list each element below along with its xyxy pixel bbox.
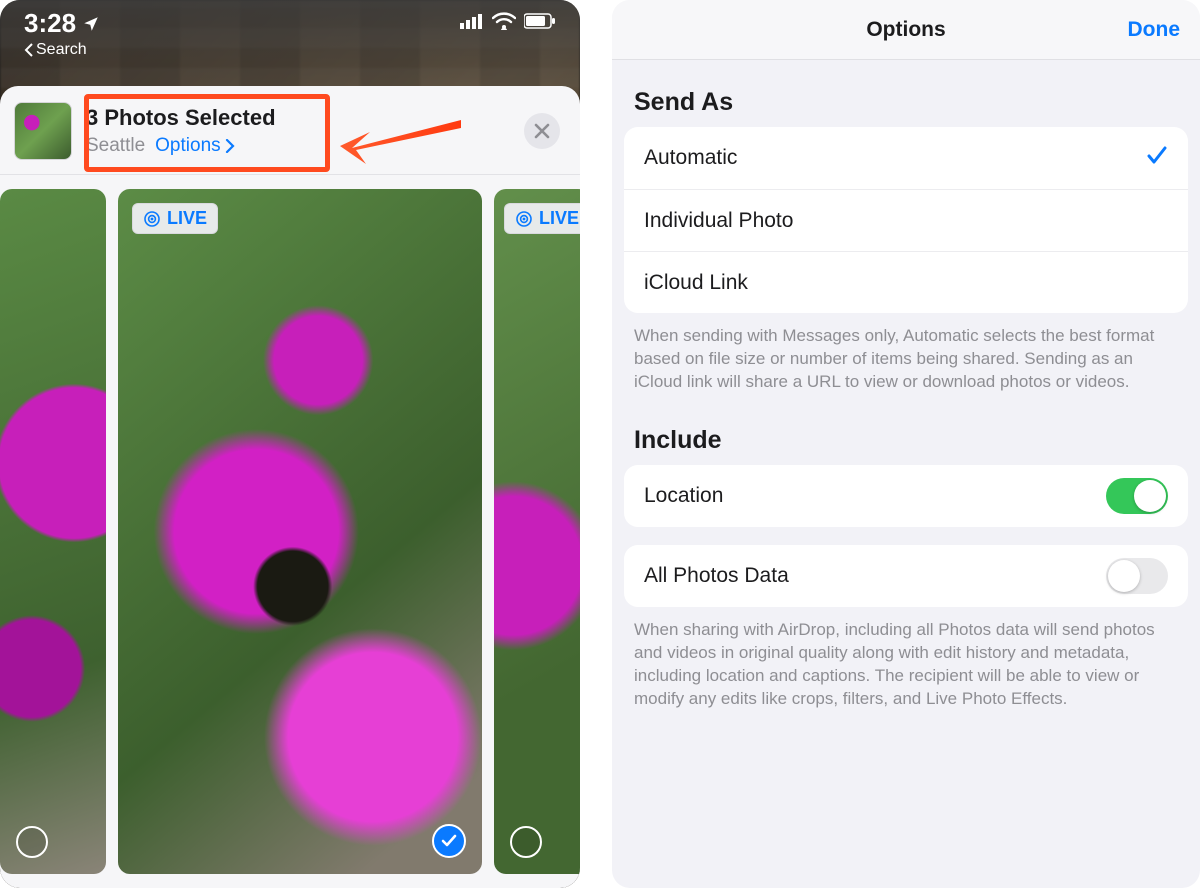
location-toggle[interactable]	[1106, 478, 1168, 514]
share-sheet: 3 Photos Selected Seattle Options	[0, 86, 580, 888]
all-data-toggle[interactable]	[1106, 558, 1168, 594]
check-icon	[440, 832, 458, 850]
live-label: LIVE	[539, 208, 579, 229]
breadcrumb-back[interactable]: Search	[24, 41, 100, 59]
include-all-data-group: All Photos Data	[624, 545, 1188, 607]
time-text: 3:28	[24, 8, 76, 39]
send-as-group: Automatic Individual Photo iCloud Link	[624, 127, 1188, 313]
include-location-group: Location	[624, 465, 1188, 527]
include-all-data-row[interactable]: All Photos Data	[624, 545, 1188, 607]
location-arrow-icon	[82, 15, 100, 33]
section-header-send-as: Send As	[612, 60, 1200, 127]
share-sheet-screen: 3:28 Search	[0, 0, 580, 888]
include-footer: When sharing with AirDrop, including all…	[612, 607, 1200, 715]
live-icon	[515, 210, 533, 228]
done-button[interactable]: Done	[1128, 18, 1181, 42]
selection-circle[interactable]	[510, 826, 542, 858]
send-as-automatic[interactable]: Automatic	[624, 127, 1188, 189]
photo-tile[interactable]	[0, 189, 106, 874]
chevron-right-icon	[225, 139, 235, 153]
options-link[interactable]: Options	[155, 135, 234, 157]
share-header: 3 Photos Selected Seattle Options	[0, 86, 580, 174]
battery-icon	[524, 13, 556, 29]
options-screen: Options Done Send As Automatic Individua…	[612, 0, 1200, 888]
wifi-icon	[492, 12, 516, 30]
cellular-icon	[460, 13, 484, 29]
close-icon	[534, 123, 550, 139]
live-icon	[143, 210, 161, 228]
row-label: All Photos Data	[644, 564, 789, 588]
chevron-left-icon	[24, 43, 34, 57]
include-location-row[interactable]: Location	[624, 465, 1188, 527]
send-as-icloud-link[interactable]: iCloud Link	[624, 251, 1188, 313]
status-bar: 3:28 Search	[0, 0, 580, 86]
section-header-include: Include	[612, 398, 1200, 465]
row-label: Individual Photo	[644, 209, 793, 233]
row-label: iCloud Link	[644, 271, 748, 295]
photo-tile[interactable]: LIVE	[118, 189, 482, 874]
close-button[interactable]	[524, 113, 560, 149]
live-label: LIVE	[167, 208, 207, 229]
live-badge: LIVE	[132, 203, 218, 234]
selection-thumbnail	[14, 102, 72, 160]
send-as-footer: When sending with Messages only, Automat…	[612, 313, 1200, 398]
row-label: Automatic	[644, 146, 737, 170]
selection-circle[interactable]	[16, 826, 48, 858]
options-link-label: Options	[155, 135, 220, 157]
send-as-individual[interactable]: Individual Photo	[624, 189, 1188, 251]
back-label: Search	[36, 41, 87, 59]
nav-bar: Options Done	[612, 0, 1200, 60]
row-label: Location	[644, 484, 723, 508]
photo-carousel[interactable]: LIVE LIVE	[0, 175, 580, 888]
selection-checkmark[interactable]	[432, 824, 466, 858]
nav-title: Options	[866, 18, 945, 42]
status-time: 3:28	[24, 8, 100, 39]
selection-title: 3 Photos Selected	[86, 105, 276, 131]
photo-tile[interactable]: LIVE	[494, 189, 580, 874]
checkmark-icon	[1146, 144, 1168, 173]
live-badge: LIVE	[504, 203, 580, 234]
selection-location: Seattle	[86, 135, 145, 157]
